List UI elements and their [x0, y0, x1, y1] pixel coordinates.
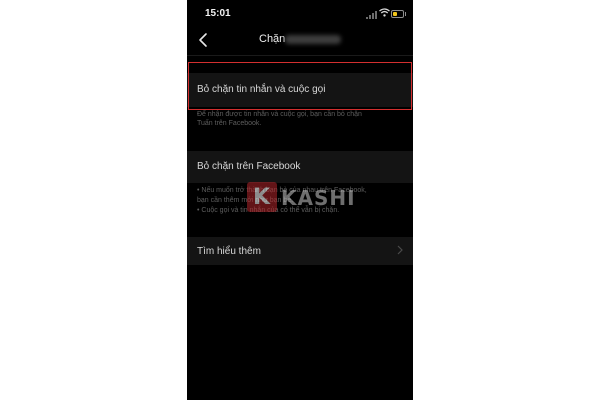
battery-icon: [391, 10, 406, 18]
battery-level: [393, 12, 397, 16]
unblock-facebook-label: Bỏ chặn trên Facebook: [197, 161, 301, 172]
nav-divider: [187, 55, 413, 56]
blurred-contact-name: [285, 35, 341, 44]
facebook-bullet-3: • Cuộc gọi và tin nhắn của có thể vẫn bị…: [197, 207, 340, 214]
page-title: Chặn: [259, 33, 286, 45]
unblock-facebook-row[interactable]: Bỏ chặn trên Facebook: [187, 151, 413, 183]
unblock-messages-label: Bỏ chặn tin nhắn và cuộc gọi: [197, 84, 326, 95]
signal-icon: [366, 11, 380, 19]
chevron-right-icon: [397, 245, 403, 255]
unblock-messages-description-line-2: Tuấn trên Facebook.: [197, 120, 262, 127]
wifi-icon: [379, 8, 390, 17]
unblock-messages-description-line-1: Để nhận được tin nhắn và cuộc gọi, bạn c…: [197, 111, 362, 118]
learn-more-label: Tìm hiểu thêm: [197, 246, 261, 257]
facebook-bullet-2: bạn cần thêm mới như bạn bè.: [197, 197, 294, 204]
phone-screen: 15:01 Chặn Bỏ chặn tin nhắn và cuộc gọi …: [187, 0, 413, 400]
learn-more-row[interactable]: Tìm hiểu thêm: [187, 237, 413, 265]
chevron-left-icon[interactable]: [197, 31, 211, 49]
nav-bar: Chặn: [187, 26, 413, 54]
facebook-bullet-1: • Nếu muốn trở thành bạn bè của nhau trê…: [197, 187, 367, 194]
unblock-messages-row[interactable]: Bỏ chặn tin nhắn và cuộc gọi: [187, 73, 413, 107]
status-time: 15:01: [205, 8, 231, 19]
status-bar: 15:01: [187, 0, 413, 26]
